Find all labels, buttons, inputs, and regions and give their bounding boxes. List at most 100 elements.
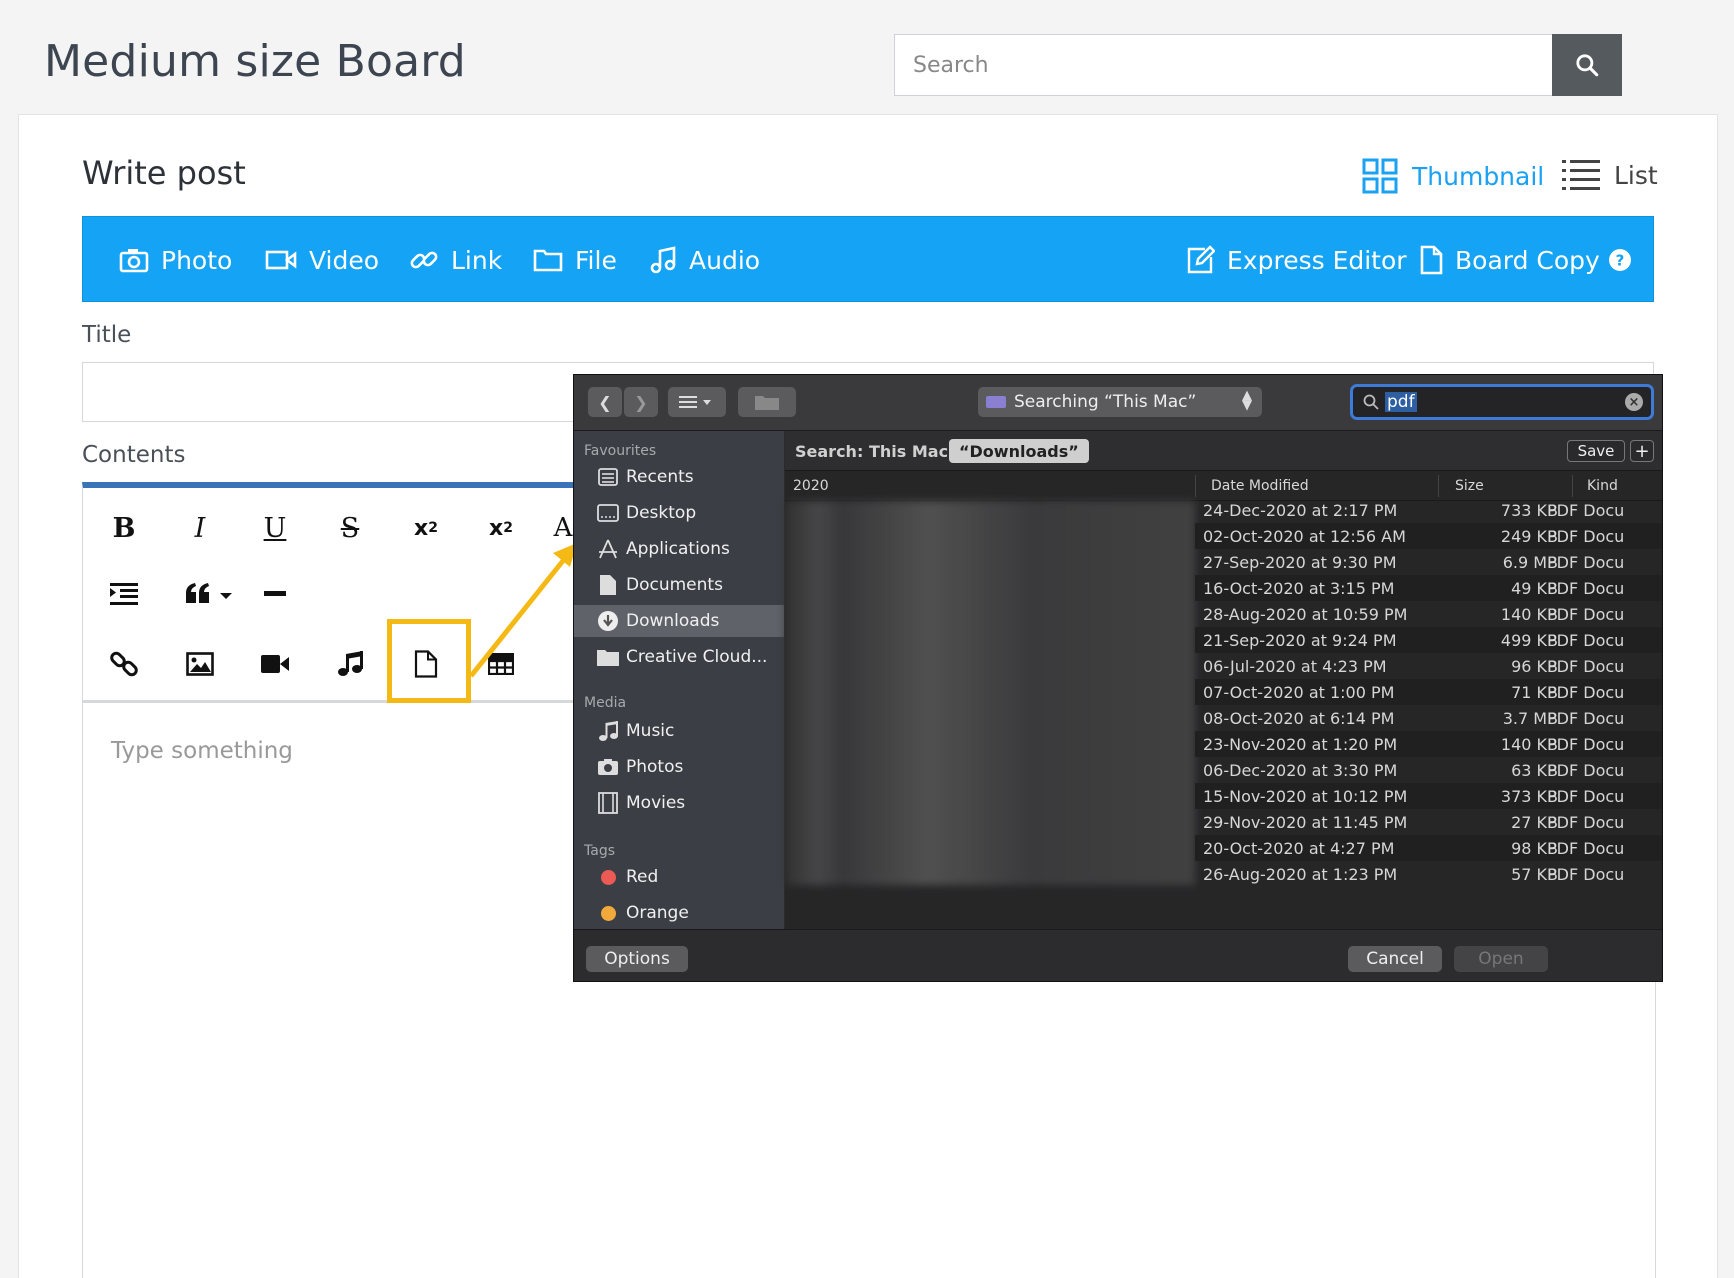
- sidebar-item-documents[interactable]: Documents: [574, 569, 784, 601]
- sidebar-item-desktop[interactable]: Desktop: [574, 497, 784, 529]
- cell-kind: PDF Docu: [1547, 839, 1625, 858]
- table-row[interactable]: 16-Oct-2020 at 3:15 PM 49 KB PDF Docu: [1195, 575, 1662, 601]
- location-popup[interactable]: Searching “This Mac” ▲ ▼: [978, 387, 1262, 417]
- new-folder-button[interactable]: [738, 387, 796, 417]
- insert-video-button[interactable]: [245, 634, 305, 694]
- folder-icon: [533, 249, 563, 272]
- table-row[interactable]: 23-Nov-2020 at 1:20 PM 140 KB PDF Docu: [1195, 731, 1662, 757]
- table-row[interactable]: 26-Aug-2020 at 1:23 PM 57 KB PDF Docu: [1195, 861, 1662, 887]
- sidebar-item-music[interactable]: Music: [574, 715, 784, 747]
- express-editor-button[interactable]: Express Editor: [1185, 217, 1407, 303]
- link-icon: [110, 651, 138, 677]
- cell-date-modified: 07-Oct-2020 at 1:00 PM: [1203, 683, 1395, 702]
- table-row[interactable]: 29-Nov-2020 at 11:45 PM 27 KB PDF Docu: [1195, 809, 1662, 835]
- sidebar-tag-orange[interactable]: Orange: [574, 897, 784, 929]
- horizontal-rule-button[interactable]: [245, 564, 305, 624]
- search-button[interactable]: [1552, 34, 1622, 96]
- table-row[interactable]: 20-Oct-2020 at 4:27 PM 98 KB PDF Docu: [1195, 835, 1662, 861]
- sidebar-item-label: Movies: [626, 793, 686, 813]
- underline-button[interactable]: U: [245, 498, 305, 558]
- insert-image-button[interactable]: [170, 634, 230, 694]
- forward-button[interactable]: ❯: [624, 387, 658, 417]
- folder-icon: [597, 650, 619, 666]
- save-search-button[interactable]: Save: [1567, 440, 1625, 462]
- column-date-modified[interactable]: Date Modified: [1211, 478, 1309, 494]
- dialog-toolbar: ❮ ❯ Searching “This Mac” ▲ ▼ pdf ×: [574, 375, 1662, 431]
- column-name[interactable]: 2020: [793, 478, 829, 494]
- video-button[interactable]: Video: [265, 217, 379, 303]
- favourites-heading: Favourites: [584, 443, 657, 459]
- cell-kind: PDF Docu: [1547, 657, 1625, 676]
- search-input[interactable]: [895, 35, 1552, 95]
- board-copy-button[interactable]: Board Copy ?: [1419, 217, 1632, 303]
- table-row[interactable]: 15-Nov-2020 at 10:12 PM 373 KB PDF Docu: [1195, 783, 1662, 809]
- view-options-button[interactable]: [668, 387, 726, 417]
- photo-label: Photo: [161, 245, 233, 275]
- location-label: Searching “This Mac”: [1014, 392, 1197, 412]
- sidebar-item-photos[interactable]: Photos: [574, 751, 784, 783]
- list-view-toggle[interactable]: List: [1562, 158, 1658, 192]
- table-row[interactable]: 07-Oct-2020 at 1:00 PM 71 KB PDF Docu: [1195, 679, 1662, 705]
- scope-this-mac[interactable]: This Mac: [869, 442, 948, 461]
- sidebar-item-label: Orange: [626, 903, 689, 923]
- thumbnail-view-toggle[interactable]: Thumbnail: [1362, 158, 1544, 194]
- blockquote-button[interactable]: [175, 564, 245, 624]
- table-row[interactable]: 06-Jul-2020 at 4:23 PM 96 KB PDF Docu: [1195, 653, 1662, 679]
- open-button[interactable]: Open: [1454, 946, 1548, 972]
- strikethrough-button[interactable]: S: [320, 498, 380, 558]
- audio-button[interactable]: Audio: [649, 217, 760, 303]
- recents-icon: [598, 468, 618, 486]
- subscript-button[interactable]: x2: [396, 498, 456, 558]
- photo-button[interactable]: Photo: [119, 217, 232, 303]
- insert-link-button[interactable]: [94, 634, 154, 694]
- superscript-button[interactable]: x2: [471, 498, 531, 558]
- documents-icon: [600, 575, 616, 595]
- downloads-icon: [598, 611, 618, 631]
- file-label: File: [575, 245, 617, 275]
- table-row[interactable]: 21-Sep-2020 at 9:24 PM 499 KB PDF Docu: [1195, 627, 1662, 653]
- cell-kind: PDF Docu: [1547, 579, 1625, 598]
- sidebar-tag-red[interactable]: Red: [574, 861, 784, 893]
- editor-placeholder[interactable]: Type something: [111, 738, 293, 764]
- thumbnail-label: Thumbnail: [1412, 161, 1545, 191]
- scope-downloads[interactable]: “Downloads”: [949, 439, 1089, 463]
- column-size[interactable]: Size: [1455, 478, 1484, 494]
- column-kind[interactable]: Kind: [1587, 478, 1618, 494]
- link-button[interactable]: Link: [409, 217, 502, 303]
- cell-kind: PDF Docu: [1547, 709, 1625, 728]
- sidebar-item-applications[interactable]: Applications: [574, 533, 784, 565]
- board-copy-label: Board Copy: [1455, 245, 1600, 275]
- title-label: Title: [82, 322, 132, 348]
- table-row[interactable]: 28-Aug-2020 at 10:59 PM 140 KB PDF Docu: [1195, 601, 1662, 627]
- options-button[interactable]: Options: [586, 946, 688, 972]
- indent-button[interactable]: [94, 564, 154, 624]
- sidebar-item-movies[interactable]: Movies: [574, 787, 784, 819]
- clear-search-icon[interactable]: ×: [1625, 393, 1643, 411]
- media-heading: Media: [584, 695, 627, 711]
- link-icon: [410, 251, 438, 269]
- edit-icon: [1187, 245, 1215, 274]
- sidebar-item-downloads[interactable]: Downloads: [574, 605, 784, 637]
- table-row[interactable]: 08-Oct-2020 at 6:14 PM 3.7 MB PDF Docu: [1195, 705, 1662, 731]
- sidebar-item-recents[interactable]: Recents: [574, 461, 784, 493]
- sidebar-item-creative-cloud[interactable]: Creative Cloud...: [574, 641, 784, 673]
- cell-date-modified: 06-Jul-2020 at 4:23 PM: [1203, 657, 1387, 676]
- insert-audio-button[interactable]: [320, 634, 380, 694]
- back-button[interactable]: ❮: [588, 387, 622, 417]
- table-row[interactable]: 06-Dec-2020 at 3:30 PM 63 KB PDF Docu: [1195, 757, 1662, 783]
- audio-label: Audio: [689, 245, 761, 275]
- cell-date-modified: 06-Dec-2020 at 3:30 PM: [1203, 761, 1398, 780]
- insert-table-button[interactable]: [471, 634, 531, 694]
- table-row[interactable]: 24-Dec-2020 at 2:17 PM 733 KB PDF Docu: [1195, 497, 1662, 523]
- file-button[interactable]: File: [533, 217, 617, 303]
- cancel-button[interactable]: Cancel: [1348, 946, 1442, 972]
- dialog-search-field[interactable]: pdf ×: [1350, 384, 1654, 420]
- italic-button[interactable]: I: [170, 498, 230, 558]
- table-row[interactable]: 02-Oct-2020 at 12:56 AM 249 KB PDF Docu: [1195, 523, 1662, 549]
- list-icon: [1562, 160, 1600, 190]
- table-row[interactable]: 27-Sep-2020 at 9:30 PM 6.9 MB PDF Docu: [1195, 549, 1662, 575]
- help-icon[interactable]: ?: [1608, 248, 1632, 272]
- add-criteria-button[interactable]: +: [1630, 440, 1654, 462]
- cell-date-modified: 27-Sep-2020 at 9:30 PM: [1203, 553, 1397, 572]
- bold-button[interactable]: B: [94, 498, 154, 558]
